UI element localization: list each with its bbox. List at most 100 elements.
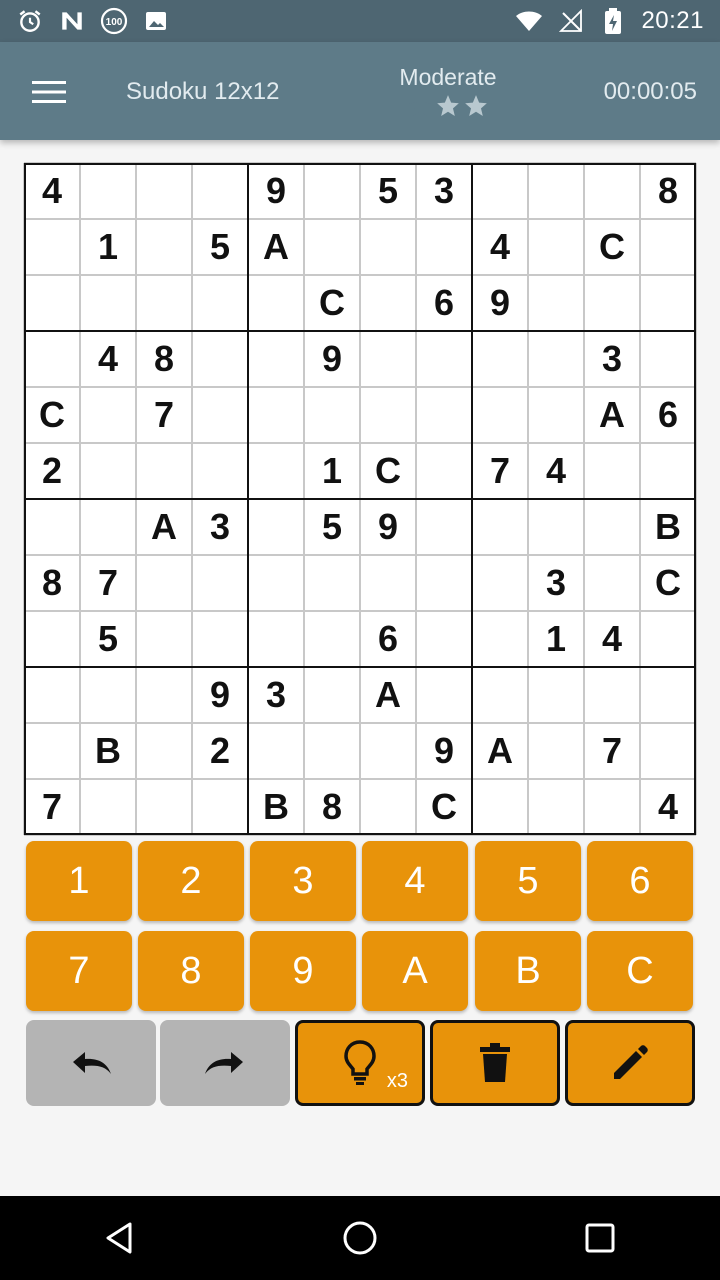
- sudoku-cell[interactable]: [136, 163, 192, 219]
- sudoku-cell[interactable]: [192, 163, 248, 219]
- sudoku-cell[interactable]: [416, 667, 472, 723]
- sudoku-cell[interactable]: [136, 275, 192, 331]
- sudoku-cell[interactable]: B: [640, 499, 696, 555]
- sudoku-cell[interactable]: [528, 387, 584, 443]
- sudoku-cell[interactable]: C: [416, 779, 472, 835]
- sudoku-cell[interactable]: 7: [24, 779, 80, 835]
- sudoku-cell[interactable]: 9: [192, 667, 248, 723]
- sudoku-cell[interactable]: [24, 611, 80, 667]
- sudoku-cell[interactable]: [528, 331, 584, 387]
- sudoku-cell[interactable]: [80, 387, 136, 443]
- sudoku-cell[interactable]: [136, 779, 192, 835]
- sudoku-cell[interactable]: [584, 275, 640, 331]
- key-3[interactable]: 3: [250, 841, 356, 921]
- sudoku-cell[interactable]: [192, 331, 248, 387]
- hint-button[interactable]: x3: [295, 1020, 425, 1106]
- sudoku-cell[interactable]: 7: [584, 723, 640, 779]
- sudoku-cell[interactable]: [248, 611, 304, 667]
- sudoku-cell[interactable]: [192, 555, 248, 611]
- sudoku-cell[interactable]: [472, 331, 528, 387]
- sudoku-cell[interactable]: [304, 667, 360, 723]
- sudoku-cell[interactable]: [640, 723, 696, 779]
- sudoku-cell[interactable]: [640, 443, 696, 499]
- key-b[interactable]: B: [475, 931, 581, 1011]
- sudoku-cell[interactable]: 4: [24, 163, 80, 219]
- key-a[interactable]: A: [362, 931, 468, 1011]
- sudoku-cell[interactable]: [192, 387, 248, 443]
- sudoku-cell[interactable]: [304, 611, 360, 667]
- sudoku-cell[interactable]: C: [584, 219, 640, 275]
- key-c[interactable]: C: [587, 931, 693, 1011]
- sudoku-cell[interactable]: A: [136, 499, 192, 555]
- sudoku-cell[interactable]: [80, 667, 136, 723]
- sudoku-cell[interactable]: [584, 667, 640, 723]
- sudoku-cell[interactable]: [416, 331, 472, 387]
- sudoku-cell[interactable]: [80, 163, 136, 219]
- sudoku-cell[interactable]: 8: [304, 779, 360, 835]
- sudoku-cell[interactable]: [24, 219, 80, 275]
- sudoku-cell[interactable]: 4: [472, 219, 528, 275]
- sudoku-cell[interactable]: [528, 723, 584, 779]
- sudoku-cell[interactable]: [416, 219, 472, 275]
- menu-button[interactable]: [22, 67, 76, 117]
- home-button[interactable]: [320, 1198, 400, 1278]
- sudoku-cell[interactable]: [416, 611, 472, 667]
- sudoku-cell[interactable]: 3: [416, 163, 472, 219]
- sudoku-cell[interactable]: [584, 163, 640, 219]
- sudoku-cell[interactable]: 8: [136, 331, 192, 387]
- sudoku-cell[interactable]: C: [640, 555, 696, 611]
- sudoku-cell[interactable]: 6: [416, 275, 472, 331]
- sudoku-cell[interactable]: [248, 331, 304, 387]
- sudoku-cell[interactable]: [584, 779, 640, 835]
- sudoku-cell[interactable]: [640, 331, 696, 387]
- key-8[interactable]: 8: [138, 931, 244, 1011]
- sudoku-cell[interactable]: [640, 219, 696, 275]
- sudoku-cell[interactable]: [528, 219, 584, 275]
- sudoku-cell[interactable]: 9: [472, 275, 528, 331]
- sudoku-cell[interactable]: [640, 667, 696, 723]
- sudoku-cell[interactable]: 3: [248, 667, 304, 723]
- sudoku-cell[interactable]: B: [80, 723, 136, 779]
- sudoku-cell[interactable]: [472, 555, 528, 611]
- sudoku-cell[interactable]: 7: [472, 443, 528, 499]
- sudoku-cell[interactable]: [24, 499, 80, 555]
- sudoku-cell[interactable]: [24, 723, 80, 779]
- recents-button[interactable]: [560, 1198, 640, 1278]
- sudoku-cell[interactable]: [528, 275, 584, 331]
- sudoku-cell[interactable]: 3: [584, 331, 640, 387]
- sudoku-cell[interactable]: [528, 667, 584, 723]
- sudoku-cell[interactable]: [136, 219, 192, 275]
- sudoku-cell[interactable]: [640, 611, 696, 667]
- sudoku-cell[interactable]: 1: [528, 611, 584, 667]
- sudoku-cell[interactable]: 8: [24, 555, 80, 611]
- sudoku-cell[interactable]: [136, 443, 192, 499]
- sudoku-cell[interactable]: [360, 219, 416, 275]
- sudoku-cell[interactable]: A: [360, 667, 416, 723]
- sudoku-cell[interactable]: [528, 779, 584, 835]
- back-button[interactable]: [80, 1198, 160, 1278]
- notes-pencil-button[interactable]: [565, 1020, 695, 1106]
- key-5[interactable]: 5: [475, 841, 581, 921]
- sudoku-cell[interactable]: 5: [192, 219, 248, 275]
- sudoku-cell[interactable]: [416, 387, 472, 443]
- sudoku-cell[interactable]: [416, 555, 472, 611]
- sudoku-cell[interactable]: [192, 275, 248, 331]
- sudoku-cell[interactable]: [360, 723, 416, 779]
- redo-button[interactable]: [160, 1020, 290, 1106]
- key-9[interactable]: 9: [250, 931, 356, 1011]
- sudoku-cell[interactable]: [472, 387, 528, 443]
- sudoku-cell[interactable]: [136, 611, 192, 667]
- sudoku-cell[interactable]: 8: [640, 163, 696, 219]
- sudoku-cell[interactable]: [528, 163, 584, 219]
- undo-button[interactable]: [26, 1020, 156, 1106]
- sudoku-cell[interactable]: [416, 499, 472, 555]
- sudoku-cell[interactable]: 1: [304, 443, 360, 499]
- sudoku-cell[interactable]: 5: [360, 163, 416, 219]
- sudoku-cell[interactable]: 6: [360, 611, 416, 667]
- sudoku-cell[interactable]: 5: [80, 611, 136, 667]
- key-7[interactable]: 7: [26, 931, 132, 1011]
- sudoku-cell[interactable]: 5: [304, 499, 360, 555]
- sudoku-cell[interactable]: [136, 555, 192, 611]
- sudoku-cell[interactable]: 4: [80, 331, 136, 387]
- sudoku-cell[interactable]: [24, 275, 80, 331]
